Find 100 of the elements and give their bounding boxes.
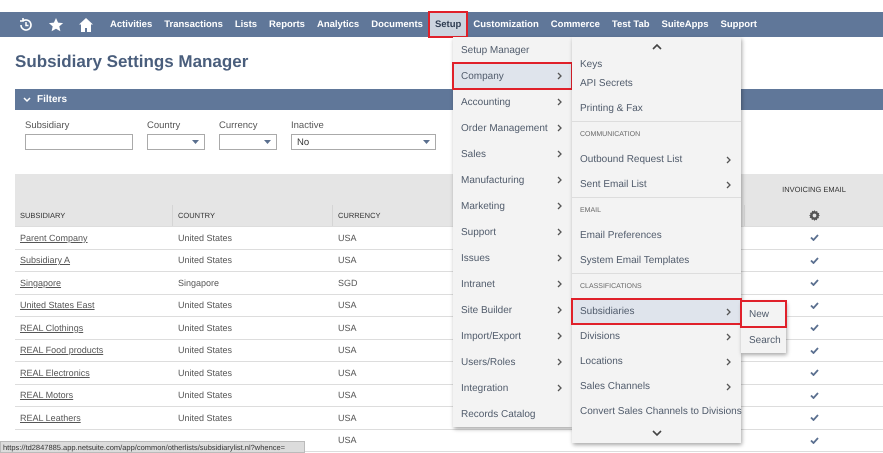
history-icon[interactable] [18, 16, 34, 32]
subsidiary-link[interactable]: United States East [15, 300, 95, 310]
table-cell-text: USA [337, 435, 357, 446]
menu-item[interactable]: Keys [572, 57, 741, 71]
table-cell-text: United States [177, 412, 232, 423]
chevron-right-icon [556, 254, 564, 262]
scroll-down-icon[interactable] [652, 429, 662, 437]
table-cell-text: United States [177, 390, 232, 400]
checkmark-icon [810, 392, 818, 399]
nav-tab[interactable]: Reports [263, 12, 311, 37]
menu-item[interactable]: Email Preferences [572, 223, 741, 248]
nav-tab[interactable]: Test Tab [606, 12, 656, 37]
chevron-right-icon [556, 176, 564, 184]
field-label: Currency [219, 120, 259, 131]
menu-item[interactable]: Convert Sales Channels to Divisions [572, 399, 741, 423]
select-field[interactable] [147, 134, 205, 150]
menu-item[interactable]: Sales Channels [572, 374, 741, 399]
menu-item[interactable]: Outbound Request List [572, 147, 741, 172]
dropdown-arrow-icon [264, 140, 271, 144]
chevron-right-icon [556, 202, 564, 210]
table-cell-text: USA [337, 300, 357, 310]
subsidiary-link[interactable]: REAL Clothings [15, 322, 84, 333]
input-field[interactable] [25, 134, 133, 150]
chevron-right-icon [556, 306, 564, 314]
nav-tab[interactable]: SuiteApps [656, 12, 715, 37]
subsidiary-link[interactable]: REAL Electronics [15, 368, 90, 378]
menu-item[interactable]: Integration [453, 375, 572, 401]
chevron-right-icon [725, 156, 733, 164]
chevron-right-icon [725, 308, 733, 316]
page-title: Subsidiary Settings Manager [15, 52, 248, 73]
nav-tab[interactable]: Support [714, 12, 763, 37]
menu-item[interactable]: Setup Manager [453, 37, 572, 63]
menu-item[interactable]: Records Catalog [453, 401, 572, 427]
menu-item[interactable]: Manufacturing [453, 167, 572, 193]
menu-item[interactable]: Site Builder [453, 297, 572, 323]
table-cell-text: United States [177, 255, 232, 266]
chevron-right-icon [556, 72, 564, 80]
chevron-right-icon [556, 332, 564, 340]
chevron-right-icon [556, 358, 564, 366]
subsidiary-link[interactable]: Singapore [15, 278, 62, 288]
table-cell-text: USA [337, 232, 357, 243]
star-icon[interactable] [48, 16, 64, 32]
checkmark-icon [810, 369, 818, 376]
menu-item[interactable]: Divisions [572, 324, 741, 349]
filters-label: Filters [37, 94, 68, 105]
subsidiary-link[interactable]: REAL Leathers [15, 412, 81, 423]
menu-item[interactable]: Import/Export [453, 323, 572, 349]
chevron-right-icon [556, 280, 564, 288]
menu-item[interactable]: New [741, 301, 786, 327]
subsidiary-link[interactable]: REAL Motors [15, 390, 74, 400]
nav-tab[interactable]: Transactions [158, 12, 229, 37]
subsidiary-link[interactable]: Parent Company [15, 232, 88, 243]
checkmark-icon [810, 302, 818, 309]
subsidiary-link[interactable]: Subsidiary A [15, 255, 70, 266]
nav-tab[interactable]: Commerce [544, 12, 606, 37]
menu-item[interactable]: Order Management [453, 115, 572, 141]
chevron-right-icon [556, 228, 564, 236]
menu-item[interactable]: Sent Email List [572, 172, 741, 197]
table-cell-text: USA [337, 412, 357, 423]
menu-item[interactable]: Intranet [453, 271, 572, 297]
menu-item[interactable]: Users/Roles [453, 349, 572, 375]
menu-item[interactable]: Sales [453, 141, 572, 167]
menu-item[interactable]: Company [453, 63, 572, 89]
table-cell-text: United States [177, 368, 232, 378]
table-cell-text: United States [177, 232, 232, 243]
settings-icon[interactable] [808, 210, 820, 221]
checkmark-icon [810, 346, 818, 354]
chevron-right-icon [556, 124, 564, 132]
subsidiary-link[interactable]: REAL Food products [15, 345, 104, 356]
menu-item[interactable]: Locations [572, 349, 741, 374]
menu-item[interactable]: System Email Templates [572, 248, 741, 273]
checkmark-icon [810, 234, 818, 242]
scroll-up-icon[interactable] [652, 43, 662, 51]
nav-tab[interactable]: Activities [104, 12, 158, 37]
menu-item[interactable]: Search [741, 327, 786, 353]
nav-tab[interactable]: Setup [428, 12, 468, 37]
dropdown-arrow-icon [192, 140, 199, 144]
table-cell-text: Singapore [177, 278, 220, 288]
chevron-right-icon [725, 382, 733, 390]
chevron-right-icon [725, 332, 733, 340]
chevron-right-icon [725, 180, 733, 188]
nav-tab[interactable]: Customization [467, 12, 545, 37]
nav-tab[interactable]: Analytics [310, 12, 366, 37]
menu-item[interactable]: Subsidiaries [572, 299, 741, 324]
select-field[interactable]: No [291, 134, 436, 150]
select-field[interactable] [219, 134, 277, 150]
table-cell-text: United States [177, 345, 232, 356]
nav-tab[interactable]: Documents [365, 12, 429, 37]
table-cell-text: United States [177, 300, 232, 310]
field-label: Country [147, 120, 182, 131]
home-icon[interactable] [78, 16, 94, 32]
table-cell-text: USA [337, 368, 357, 378]
field-label: Inactive [291, 120, 325, 131]
checkmark-icon [810, 256, 818, 264]
menu-item[interactable]: Issues [453, 245, 572, 271]
checkmark-icon [810, 436, 818, 444]
checkmark-icon [810, 414, 818, 422]
checkmark-icon [810, 324, 818, 332]
table-cell-text: SGD [337, 278, 358, 288]
nav-tab[interactable]: Lists [228, 12, 264, 37]
